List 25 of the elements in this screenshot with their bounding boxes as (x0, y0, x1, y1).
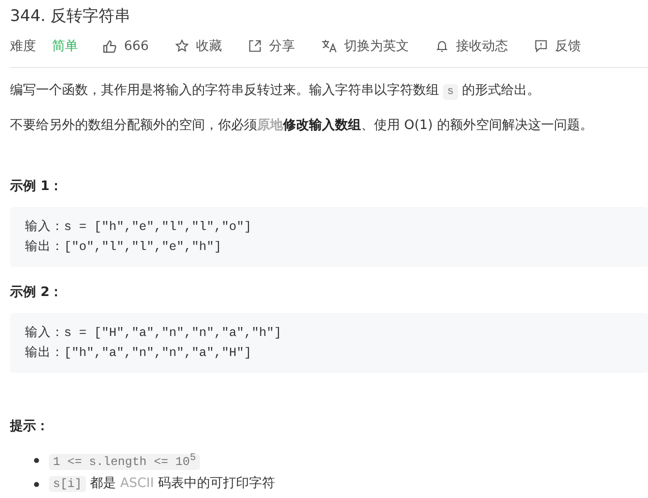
feedback-icon (534, 39, 548, 53)
thumbs-up-icon (102, 38, 117, 54)
translate-icon (320, 39, 337, 53)
hint-text: s[i] 都是 ASCII 码表中的可打印字符 (49, 474, 276, 494)
example-heading: 示例 2： (10, 284, 64, 301)
description-paragraph: 不要给另外的数组分配额外的空间，你必须原地修改输入数组、使用 O(1) 的额外空间解决这一问题。 (10, 116, 594, 135)
problem-title: 344. 反转字符串 (10, 6, 132, 27)
example-code-block: 输入：s = ["H","a","n","n","a","h"] 输出：["h","a","n","n","a","H"] (10, 313, 648, 373)
example-code-block: 输入：s = ["h","e","l","l","o"] 输出：["o","l","l","e","h"] (10, 207, 648, 267)
bullet-icon (34, 482, 39, 486)
star-button[interactable]: 收藏 (174, 37, 222, 55)
star-icon (174, 39, 189, 53)
difficulty-label: 难度 (10, 38, 36, 55)
share-button[interactable]: 分享 (248, 37, 295, 55)
bell-button[interactable]: 接收动态 (434, 37, 508, 55)
difficulty-value: 简单 (52, 38, 78, 55)
hints-heading: 提示： (10, 418, 50, 435)
translate-button[interactable]: 切换为英文 (320, 37, 409, 55)
share-icon (248, 39, 262, 53)
bullet-icon (34, 458, 39, 463)
feedback-button[interactable]: 反馈 (534, 37, 581, 55)
description-paragraph: 编写一个函数，其作用是将输入的字符串反转过来。输入字符串以字符数组 s 的形式给出。 (10, 82, 541, 102)
bell-icon (434, 39, 449, 53)
example-heading: 示例 1： (10, 178, 64, 195)
like-button[interactable]: 666 (102, 38, 149, 54)
